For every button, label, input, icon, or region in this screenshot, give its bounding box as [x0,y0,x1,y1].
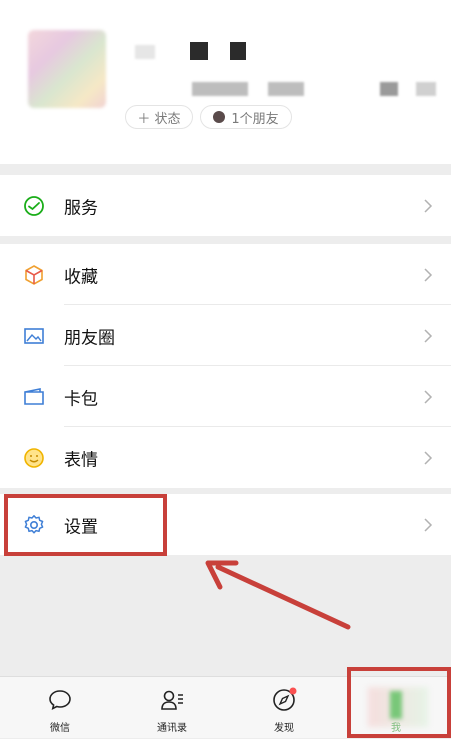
tab-discover[interactable]: 发现 [228,677,340,739]
tab-label: 发现 [274,723,294,734]
friends-chip-label: 1个朋友 [231,111,279,127]
nickname-redacted [135,45,155,59]
menu-item-label: 收藏 [64,267,98,287]
friend-avatar [213,111,226,123]
wechat-id-redacted [268,82,304,96]
tab-chats[interactable]: 微信 [4,677,116,739]
profile-header[interactable]: ＋ 状态 1个朋友 [0,0,451,164]
arrow-annotation [205,560,351,630]
chevron-right-icon [424,517,433,532]
menu-item-label: 表情 [64,450,98,470]
chat-bubble-icon [49,690,71,710]
tab-label: 微信 [50,723,70,734]
avatar[interactable] [28,30,106,108]
tab-contacts[interactable]: 通讯录 [116,677,228,739]
menu-item-cards[interactable]: 卡包 [0,366,451,427]
chevron-right-icon [416,82,436,96]
tab-label: 通讯录 [157,723,187,734]
image-icon [24,327,44,344]
status-chip[interactable]: ＋ 状态 [125,105,193,129]
menu-group-main: 收藏 朋友圈 卡包 表情 [0,244,451,488]
menu-item-label: 服务 [64,198,98,218]
menu-item-favorites[interactable]: 收藏 [0,244,451,305]
status-chip-label: ＋ 状态 [137,111,181,127]
nickname-redacted [190,42,208,60]
contacts-icon [161,690,183,710]
settings-highlight-box [4,494,167,556]
chevron-right-icon [424,450,433,465]
chevron-right-icon [424,198,433,213]
chevron-right-icon [424,328,433,343]
me-tab-highlight-box [347,667,451,738]
menu-item-moments[interactable]: 朋友圈 [0,305,451,366]
menu-item-stickers[interactable]: 表情 [0,427,451,488]
wechat-id-redacted [192,82,248,96]
menu-item-label: 卡包 [64,389,98,409]
friends-chip[interactable]: 1个朋友 [200,105,292,129]
menu-item-service[interactable]: 服务 [0,175,451,236]
chevron-right-icon [424,389,433,404]
wechat-pay-icon [24,195,44,216]
nickname-redacted [230,42,246,60]
cube-icon [25,264,43,285]
wallet-card-icon [24,387,44,405]
chevron-right-icon [424,267,433,282]
menu-group-service: 服务 [0,175,451,236]
compass-icon [273,687,297,711]
menu-item-label: 朋友圈 [64,328,115,348]
qr-code-icon[interactable] [380,82,398,96]
smiley-icon [24,447,44,468]
